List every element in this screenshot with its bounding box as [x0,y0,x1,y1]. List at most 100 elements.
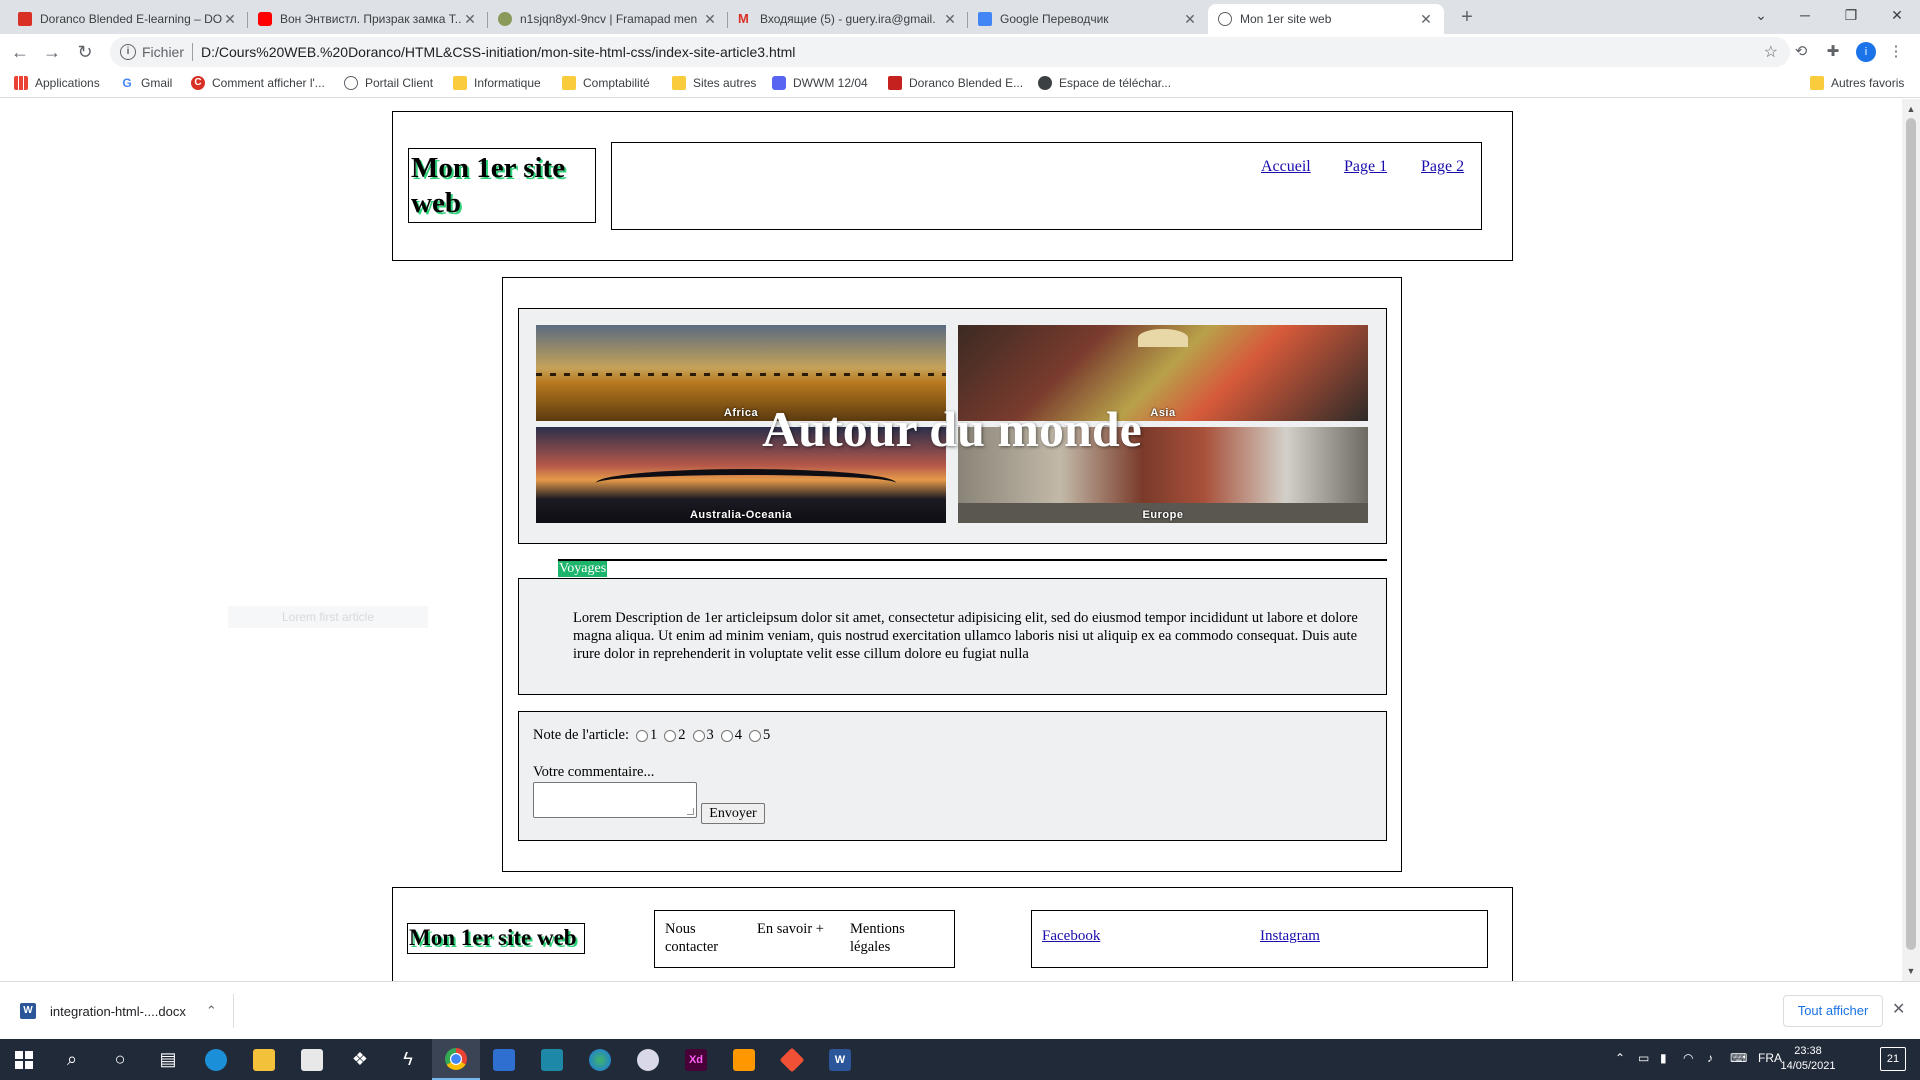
address-url[interactable]: D:/Cours%20WEB.%20Doranco/HTML&CSS-initi… [201,44,795,60]
extensions-puzzle-icon[interactable]: ✚ [1822,41,1844,63]
footer-link-facebook[interactable]: Facebook [1042,928,1100,945]
radio-circle-icon[interactable] [636,729,649,742]
nav-link-accueil[interactable]: Accueil [1261,158,1311,176]
tab-gmail[interactable]: M Входящие (5) - guery.ira@gmail. ✕ [728,4,968,34]
tray-clock[interactable]: 23:38 14/05/2021 [1778,1044,1838,1074]
bookmark-autres-favoris[interactable]: Autres favoris [1810,76,1904,90]
new-tab-button[interactable]: + [1455,6,1479,30]
bookmark-informatique[interactable]: Informatique [453,76,541,90]
bookmark-star-icon[interactable]: ☆ [1764,42,1778,62]
sublime-text-icon[interactable] [720,1039,768,1080]
radio-circle-icon[interactable] [749,729,762,742]
scroll-up-arrow-icon[interactable]: ▲ [1905,104,1917,114]
tab-close-icon[interactable]: ✕ [462,11,478,28]
comment-textarea[interactable] [533,782,697,818]
cloud-icon[interactable] [624,1039,672,1080]
portal-icon [344,76,358,90]
back-icon[interactable]: ← [8,40,32,64]
notifications-icon[interactable]: 21 [1880,1047,1906,1071]
word-icon[interactable]: W [816,1039,864,1080]
tab-search-icon[interactable]: ⌄ [1738,0,1784,30]
footer-link-en-savoir-plus[interactable]: En savoir + [757,920,824,938]
bookmark-espace-telechargement[interactable]: Espace de téléchar... [1038,76,1171,90]
send-button[interactable]: Envoyer [701,803,765,824]
close-window-button[interactable]: ✕ [1874,0,1920,30]
rating-radio-3[interactable]: 3 [692,727,714,744]
earth-icon[interactable] [576,1039,624,1080]
scrollbar-thumb[interactable] [1906,118,1916,950]
address-bar[interactable]: i Fichier D:/Cours%20WEB.%20Doranco/HTML… [110,37,1790,67]
rating-radio-2[interactable]: 2 [664,727,686,744]
menu-kebab-icon[interactable]: ⋮ [1885,41,1907,63]
bookmark-sites-autres[interactable]: Sites autres [672,76,756,90]
restore-button[interactable]: ❐ [1828,0,1874,30]
bookmark-label: DWWM 12/04 [793,76,868,90]
footer-link-instagram[interactable]: Instagram [1260,928,1320,945]
task-view-icon[interactable]: ▤ [144,1039,192,1080]
address-divider [192,43,194,61]
tab-title: n1sjqn8yxl-9ncv | Framapad men [520,12,698,26]
bookmark-portail-client[interactable]: Portail Client [344,76,433,90]
show-all-downloads-button[interactable]: Tout afficher [1783,995,1883,1027]
tab-close-icon[interactable]: ✕ [942,11,958,28]
tab-close-icon[interactable]: ✕ [702,11,718,28]
terminal-icon[interactable] [528,1039,576,1080]
radio-circle-icon[interactable] [720,729,733,742]
tab-close-icon[interactable]: ✕ [1182,11,1198,28]
dropbox-icon[interactable]: ❖ [336,1039,384,1080]
forward-icon[interactable]: → [40,40,64,64]
reload-icon[interactable]: ↻ [73,40,97,64]
extension-sync-icon[interactable]: ⟲ [1790,41,1812,63]
tab-youtube[interactable]: Вон Энтвистл. Призрак замка Т... ✕ [248,4,488,34]
search-icon[interactable]: ⌕ [48,1039,96,1080]
file-explorer-icon[interactable] [240,1039,288,1080]
tab-title: Mon 1er site web [1240,12,1332,26]
cortana-icon[interactable]: ○ [96,1039,144,1080]
tray-volume-icon[interactable]: ♪ [1707,1051,1713,1065]
tray-network-icon[interactable]: ▭ [1638,1051,1649,1065]
bolt-icon[interactable]: ϟ [384,1039,432,1080]
radio-circle-icon[interactable] [692,729,705,742]
tab-framapad[interactable]: n1sjqn8yxl-9ncv | Framapad men ✕ [488,4,728,34]
tray-wifi-icon[interactable]: ◠ [1683,1051,1693,1065]
tray-keyboard-icon[interactable]: ⌨ [1730,1051,1747,1065]
bookmark-applications[interactable]: Applications [14,76,100,90]
nav-link-page-1[interactable]: Page 1 [1344,158,1387,176]
minimize-button[interactable]: ─ [1782,0,1828,30]
tile-caption: Australia-Oceania [689,509,793,521]
adobe-xd-icon[interactable]: Xd [672,1039,720,1080]
bookmark-gmail[interactable]: G Gmail [120,76,172,90]
rating-radio-4[interactable]: 4 [720,727,742,744]
bookmark-comptabilite[interactable]: Comptabilité [562,76,650,90]
nav-link-page-2[interactable]: Page 2 [1421,158,1464,176]
store-icon[interactable] [288,1039,336,1080]
tab-close-icon[interactable]: ✕ [222,11,238,28]
tab-google-translate[interactable]: Google Переводчик ✕ [968,4,1208,34]
framapad-icon [498,12,512,26]
info-icon[interactable]: i [120,44,136,60]
chevron-up-icon[interactable]: ⌃ [206,1003,217,1019]
bookmark-dwwm[interactable]: DWWM 12/04 [772,76,868,90]
footer-link-nous-contacter[interactable]: Nous contacter [665,920,735,956]
bookmark-comment-afficher[interactable]: C Comment afficher l'... [191,76,325,90]
remote-desktop-icon[interactable] [480,1039,528,1080]
tab-close-icon[interactable]: ✕ [1418,11,1434,28]
download-item[interactable]: W integration-html-....docx ⌃ [12,994,234,1028]
profile-avatar[interactable]: i [1856,42,1876,62]
windows-start-icon[interactable] [0,1039,48,1080]
edge-icon[interactable] [192,1039,240,1080]
tray-battery-icon[interactable]: ▮ [1660,1051,1667,1065]
tab-mon-site[interactable]: Mon 1er site web ✕ [1208,4,1444,34]
close-shelf-icon[interactable]: ✕ [1892,999,1905,1019]
rating-radio-5[interactable]: 5 [749,727,770,744]
chrome-icon[interactable] [432,1039,480,1080]
footer-link-mentions-legales[interactable]: Mentions légales [850,920,930,956]
bookmark-doranco[interactable]: Doranco Blended E... [888,76,1023,90]
scroll-down-arrow-icon[interactable]: ▼ [1905,966,1917,976]
tab-doranco[interactable]: Doranco Blended E-learning – DO ✕ [8,4,248,34]
radio-circle-icon[interactable] [664,729,677,742]
rating-radio-1[interactable]: 1 [636,727,657,744]
git-icon[interactable] [768,1039,816,1080]
bookmark-label: Doranco Blended E... [909,76,1024,90]
tray-chevron-up-icon[interactable]: ⌃ [1615,1051,1625,1065]
